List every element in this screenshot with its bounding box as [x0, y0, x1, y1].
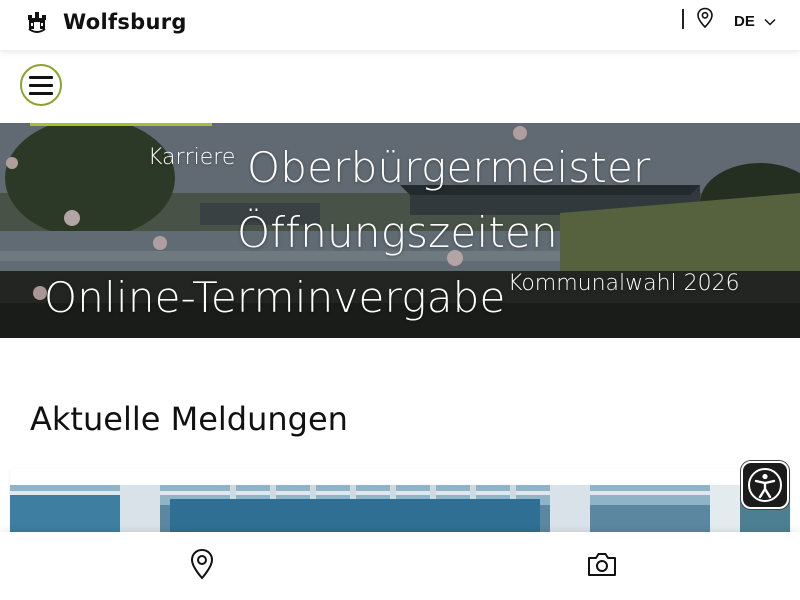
- news-image: [10, 485, 790, 539]
- language-selector[interactable]: DE: [734, 13, 776, 30]
- header-divider: [682, 9, 684, 29]
- bottom-location-button[interactable]: [184, 546, 220, 582]
- quicklink-oeffnungszeiten[interactable]: Öffnungszeiten: [237, 208, 558, 257]
- home-logo-link[interactable]: Wolfsburg: [26, 10, 187, 34]
- hamburger-menu-button[interactable]: [20, 64, 62, 106]
- bottom-navigation: [0, 532, 800, 600]
- quicklink-oberbuergermeister[interactable]: Oberbürgermeister: [247, 143, 651, 192]
- section-title: Aktuelle Meldungen: [30, 400, 348, 438]
- chevron-down-icon: [764, 18, 776, 26]
- quicklink-karriere[interactable]: Karriere: [148, 145, 235, 170]
- quicklink-online-terminvergabe[interactable]: Online-Terminvergabe: [44, 273, 506, 322]
- accessibility-button[interactable]: [741, 461, 789, 509]
- bottom-camera-button[interactable]: [584, 546, 620, 582]
- hamburger-line: [29, 75, 53, 79]
- location-pin-icon[interactable]: [696, 7, 714, 29]
- news-card[interactable]: [10, 469, 790, 539]
- wolfsburg-crest-icon: [28, 12, 46, 33]
- hamburger-line: [29, 91, 53, 95]
- top-header: Wolfsburg DE: [0, 0, 800, 50]
- hero-banner: Karriere Oberbürgermeister Öffnungszeite…: [0, 123, 800, 338]
- site-name: Wolfsburg: [63, 10, 187, 34]
- accessibility-icon: [748, 468, 782, 502]
- hamburger-line: [29, 83, 53, 87]
- hero-accent-bar: [30, 123, 212, 126]
- language-label: DE: [734, 13, 755, 30]
- quicklink-kommunalwahl[interactable]: Kommunalwahl 2026: [508, 271, 740, 296]
- menu-row: [0, 50, 800, 123]
- camera-icon: [588, 553, 616, 576]
- location-pin-icon: [190, 548, 214, 580]
